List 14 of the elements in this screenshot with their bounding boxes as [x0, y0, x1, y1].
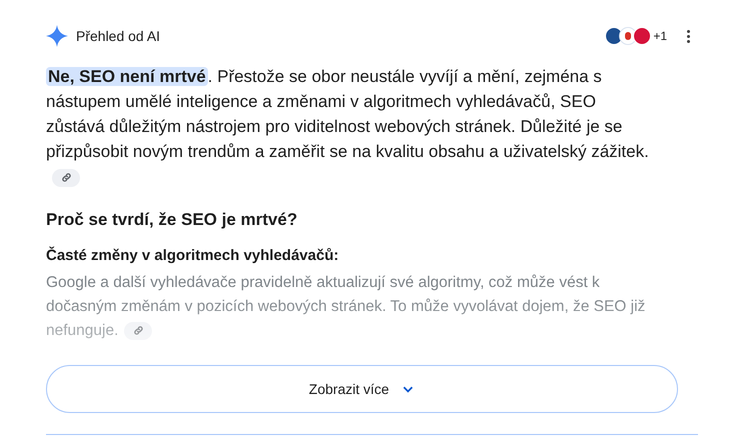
section-text: Google a další vyhledávače pravidelně aktualizují své algoritmy, což může vést k dočasným změnám v pozicích webových stránek. To může vyvolávat dojem, že SEO již nefunguje.: [46, 273, 646, 342]
show-more-button[interactable]: Zobrazit více: [46, 365, 678, 413]
overview-title: Přehled od AI: [76, 26, 160, 46]
link-icon: [132, 325, 144, 336]
sparkle-icon: [46, 25, 68, 47]
section-heading: Proč se tvrdí, že SEO je mrtvé?: [46, 209, 298, 231]
more-sources-count[interactable]: +1: [653, 27, 667, 45]
section-subheading: Časté změny v algoritmech vyhledávačů:: [46, 246, 340, 266]
source-favicon[interactable]: [619, 27, 638, 45]
link-icon: [60, 172, 72, 184]
answer-paragraph: Ne, SEO není mrtvé. Přestože se obor neustále vyvíjí a mění, zejména s nástupem umělé inteligence a změnami v algoritmech vyhledávačů, SEO zůstává důležitým nástrojem pro viditelnost webových stránek. Důležité je se přizpůsobit novým trendům a zaměřit se na kvalitu obsahu a uživatelský zážitek.: [46, 64, 651, 189]
more-options-icon[interactable]: [685, 28, 692, 44]
link-button[interactable]: [52, 168, 80, 187]
link-button[interactable]: [124, 322, 152, 340]
